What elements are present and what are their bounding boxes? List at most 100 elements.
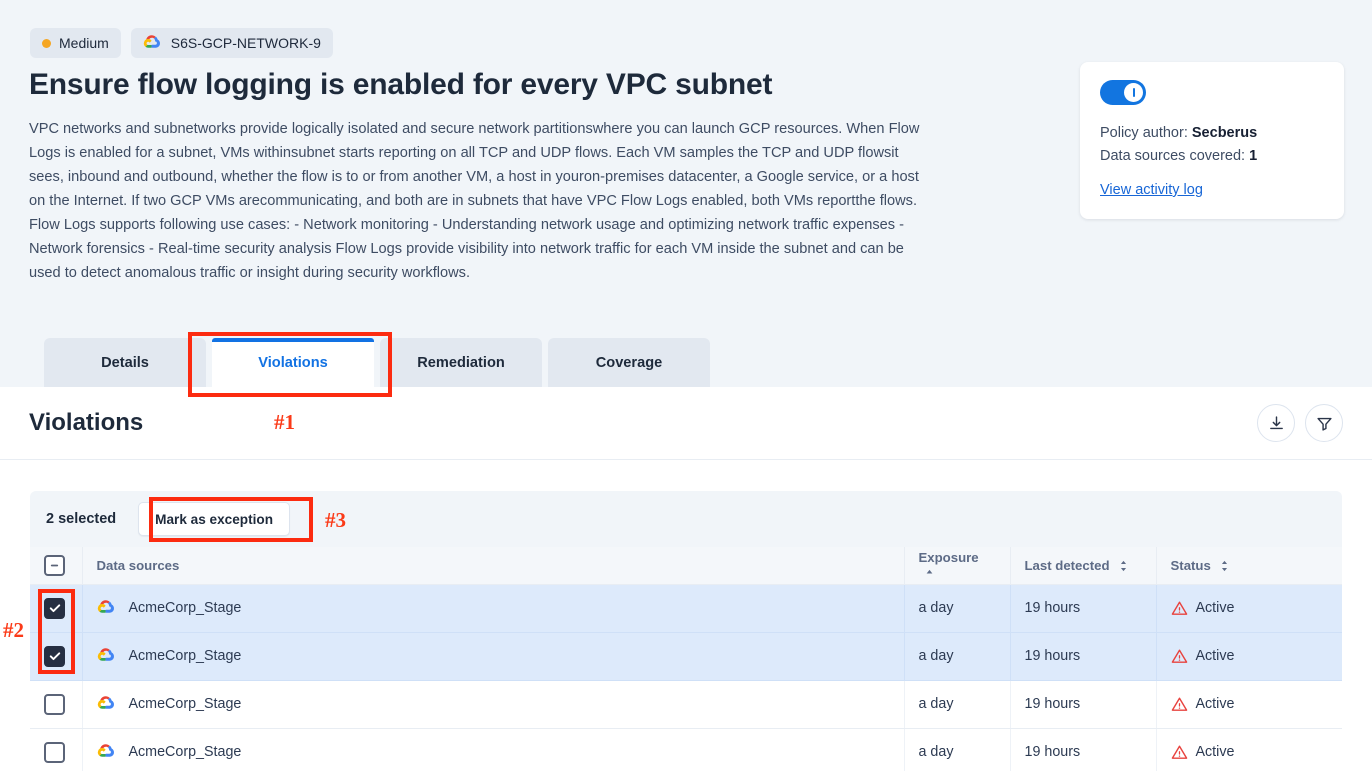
violations-title: Violations — [29, 409, 144, 436]
mark-as-exception-button[interactable]: Mark as exception — [138, 502, 291, 536]
toggle-knob — [1124, 83, 1143, 102]
datasources-covered-value: 1 — [1249, 148, 1258, 164]
data-source-name: AcmeCorp_Stage — [128, 648, 242, 664]
exposure-cell: a day — [904, 584, 1011, 633]
violations-table-container: 2 selected Mark as exception Data source… — [30, 491, 1342, 771]
row-select-cell — [30, 632, 83, 681]
annotation-label-3: #3 — [325, 508, 346, 532]
status-label: Active — [1195, 600, 1235, 616]
row-checkbox[interactable] — [44, 645, 65, 667]
gcp-cloud-icon — [97, 600, 114, 613]
row-checkbox[interactable] — [44, 741, 65, 763]
column-label-last-detected: Last detected — [1024, 557, 1110, 573]
check-icon — [49, 604, 60, 613]
tab-remediation[interactable]: Remediation — [380, 338, 542, 387]
table-row[interactable]: AcmeCorp_Stage a day 19 hours Active — [30, 584, 1342, 633]
status-cell: Active — [1156, 680, 1342, 729]
data-source-cell: AcmeCorp_Stage — [82, 632, 905, 681]
last-detected-cell: 19 hours — [1010, 632, 1157, 681]
gcp-cloud-icon — [143, 35, 160, 48]
power-icon — [1132, 88, 1135, 97]
table-row[interactable]: AcmeCorp_Stage a day 19 hours Active — [30, 680, 1342, 729]
exposure-cell: a day — [904, 632, 1011, 681]
policy-author-row: Policy author: Secberus — [1100, 122, 1324, 145]
exposure-cell: a day — [904, 728, 1011, 771]
policy-detail-page: Medium S6S-GCP-NETWORK-9 Ensure flow log… — [0, 0, 1372, 771]
filter-icon — [1316, 417, 1332, 431]
column-label-data-sources: Data sources — [96, 557, 180, 573]
sort-asc-icon — [926, 570, 932, 574]
status-label: Active — [1195, 648, 1235, 664]
datasources-covered-label: Data sources covered: — [1100, 148, 1246, 164]
violations-table: Data sources Exposure Last detected Stat… — [30, 547, 1342, 771]
view-activity-log-link[interactable]: View activity log — [1100, 182, 1203, 198]
check-icon — [49, 652, 60, 661]
selection-action-bar: 2 selected Mark as exception — [30, 491, 1342, 547]
table-row[interactable]: AcmeCorp_Stage a day 19 hours Active — [30, 728, 1342, 771]
row-checkbox[interactable] — [44, 693, 65, 715]
last-detected-cell: 19 hours — [1010, 584, 1157, 633]
badge-group: Medium S6S-GCP-NETWORK-9 — [30, 28, 333, 58]
policy-author-value: Secberus — [1191, 125, 1258, 141]
data-source-name: AcmeCorp_Stage — [128, 744, 242, 760]
column-label-exposure: Exposure — [918, 550, 979, 566]
select-all-header — [30, 547, 83, 585]
download-button[interactable] — [1257, 404, 1295, 442]
severity-dot-icon — [42, 38, 51, 48]
last-detected-cell: 19 hours — [1010, 680, 1157, 729]
violations-header-bar — [0, 387, 1372, 460]
tab-coverage[interactable]: Coverage — [548, 338, 710, 387]
row-select-cell — [30, 584, 83, 633]
data-source-cell: AcmeCorp_Stage — [82, 680, 905, 729]
page-title: Ensure flow logging is enabled for every… — [29, 68, 773, 101]
warning-triangle-icon — [1171, 745, 1187, 759]
download-icon — [1269, 415, 1283, 429]
row-checkbox[interactable] — [44, 597, 65, 619]
column-header-exposure[interactable]: Exposure — [904, 547, 1011, 585]
status-label: Active — [1195, 696, 1235, 712]
column-header-last-detected[interactable]: Last detected — [1010, 547, 1157, 585]
sort-both-icon — [1121, 561, 1127, 572]
policy-enabled-toggle[interactable] — [1100, 80, 1146, 105]
table-header: Data sources Exposure Last detected Stat… — [30, 547, 1342, 585]
gcp-cloud-icon — [97, 648, 114, 661]
selected-count-label: 2 selected — [46, 511, 117, 527]
annotation-label-2: #2 — [3, 618, 24, 642]
data-source-name: AcmeCorp_Stage — [128, 696, 242, 712]
select-all-checkbox[interactable] — [44, 554, 65, 576]
tab-remediation-label: Remediation — [417, 354, 505, 371]
gcp-cloud-icon — [97, 744, 114, 757]
row-select-cell — [30, 728, 83, 771]
status-cell: Active — [1156, 632, 1342, 681]
warning-triangle-icon — [1171, 697, 1187, 711]
tab-details[interactable]: Details — [44, 338, 206, 387]
status-label: Active — [1195, 744, 1235, 760]
column-header-status[interactable]: Status — [1156, 547, 1342, 585]
datasources-covered-row: Data sources covered: 1 — [1100, 145, 1324, 168]
last-detected-cell: 19 hours — [1010, 728, 1157, 771]
column-label-status: Status — [1170, 557, 1211, 573]
severity-badge-label: Medium — [59, 35, 109, 51]
exposure-cell: a day — [904, 680, 1011, 729]
table-row[interactable]: AcmeCorp_Stage a day 19 hours Active — [30, 632, 1342, 681]
policy-id-badge-label: S6S-GCP-NETWORK-9 — [170, 35, 321, 51]
indeterminate-dash-icon — [50, 564, 59, 567]
column-header-data-sources[interactable]: Data sources — [82, 547, 905, 585]
policy-summary-card: Policy author: Secberus Data sources cov… — [1080, 62, 1344, 219]
tab-details-label: Details — [101, 354, 149, 371]
table-body: AcmeCorp_Stage a day 19 hours Active Acm… — [30, 584, 1342, 771]
tab-coverage-label: Coverage — [595, 354, 663, 371]
sort-both-icon — [1222, 561, 1228, 572]
policy-author-label: Policy author: — [1100, 125, 1188, 141]
severity-badge: Medium — [30, 28, 121, 58]
row-select-cell — [30, 680, 83, 729]
tab-strip: Details Violations Remediation Coverage — [44, 338, 710, 387]
table-header-row: Data sources Exposure Last detected Stat… — [30, 547, 1342, 585]
warning-triangle-icon — [1171, 601, 1187, 615]
gcp-cloud-icon — [97, 696, 114, 709]
filter-button[interactable] — [1305, 404, 1343, 442]
tab-violations[interactable]: Violations — [212, 338, 374, 387]
annotation-label-1: #1 — [274, 410, 295, 434]
warning-triangle-icon — [1171, 649, 1187, 663]
status-cell: Active — [1156, 728, 1342, 771]
